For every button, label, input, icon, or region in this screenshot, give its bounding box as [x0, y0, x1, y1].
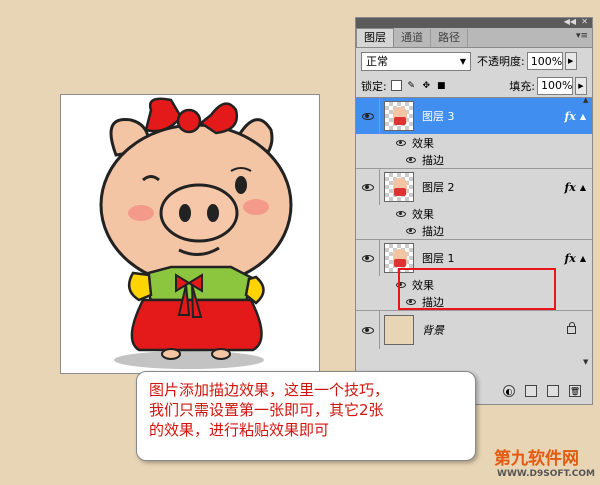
opacity-label: 不透明度:	[477, 55, 525, 68]
effect-highlight-box	[398, 268, 556, 310]
panel-title-bar: ◀◀ ✕	[356, 17, 592, 28]
opacity-slider-button[interactable]: ▶	[564, 52, 577, 70]
layer-name: 图层 2	[422, 181, 455, 195]
collapse-icon[interactable]: ◀◀	[564, 17, 576, 26]
layer-name: 图层 3	[422, 110, 455, 124]
background-layer-row[interactable]: 背景	[356, 311, 592, 349]
panel-tabs: 图层 通道 路径 ▾≡	[356, 28, 592, 48]
panel-scrollbar[interactable]: ▲ ▼	[582, 96, 592, 366]
lock-all-icon[interactable]: ■	[436, 80, 447, 91]
new-layer-icon[interactable]	[547, 385, 559, 397]
watermark-title: 第九软件网	[494, 449, 579, 469]
fill-input[interactable]: 100%	[537, 76, 573, 95]
close-icon[interactable]: ✕	[581, 17, 588, 26]
eye-icon	[361, 254, 374, 262]
effects-row[interactable]: 效果	[356, 134, 592, 151]
tip-callout: 图片添加描边效果，这里一个技巧， 我们只需设置第一张即可，其它2张 的效果，进行…	[136, 371, 476, 461]
lock-label: 锁定:	[361, 79, 387, 93]
scroll-up-icon[interactable]: ▲	[583, 96, 588, 104]
callout-line-1: 图片添加描边效果，这里一个技巧，	[149, 381, 390, 399]
visibility-toggle[interactable]	[356, 240, 380, 277]
visibility-toggle[interactable]	[356, 169, 380, 206]
layer-list: 图层 3 fx ▲ 效果 描边 图层 2 fx ▲ 效果 描边 图层 1 fx …	[356, 98, 592, 349]
watermark: 第九软件网 WWW.D9SOFT.COM	[494, 444, 598, 482]
blend-mode-value: 正常	[366, 55, 388, 68]
layers-panel: ◀◀ ✕ 图层 通道 路径 ▾≡ 正常 ▼ 不透明度: 100% ▶ 锁定: ✎…	[355, 17, 593, 405]
adjustment-layer-icon[interactable]: ◐	[503, 385, 515, 397]
panel-menu-icon[interactable]: ▾≡	[576, 31, 588, 41]
eye-icon[interactable]	[406, 156, 416, 163]
lock-transparent-icon[interactable]	[390, 80, 402, 91]
lock-brush-icon[interactable]: ✎	[406, 80, 417, 91]
layer-name: 图层 1	[422, 252, 455, 266]
lock-icon	[567, 322, 576, 334]
layer-thumbnail	[384, 315, 414, 345]
tab-channels[interactable]: 通道	[394, 29, 431, 47]
tab-layers[interactable]: 图层	[356, 28, 394, 47]
visibility-toggle[interactable]	[356, 311, 380, 349]
eye-icon	[361, 112, 374, 120]
trash-icon[interactable]: 🗑	[569, 385, 581, 397]
lock-move-icon[interactable]: ✥	[421, 80, 432, 91]
layer-name: 背景	[422, 324, 444, 337]
folder-icon[interactable]	[525, 385, 537, 397]
layer-row[interactable]: 图层 2 fx ▲ 效果 描边	[356, 169, 592, 240]
eye-icon	[361, 183, 374, 191]
fx-icon[interactable]: fx	[565, 252, 576, 265]
watermark-url: WWW.D9SOFT.COM	[497, 469, 595, 479]
callout-line-2: 我们只需设置第一张即可，其它2张	[149, 401, 384, 419]
effects-row[interactable]: 效果	[356, 205, 592, 222]
opacity-input[interactable]: 100%	[526, 52, 563, 70]
layer-thumbnail	[384, 172, 414, 203]
chevron-down-icon: ▼	[459, 56, 466, 66]
eye-icon[interactable]	[406, 227, 416, 234]
fx-icon[interactable]: fx	[565, 181, 576, 194]
blend-row: 正常 ▼ 不透明度: 100% ▶	[356, 48, 592, 74]
canvas-document[interactable]	[60, 94, 320, 374]
visibility-toggle[interactable]	[356, 98, 380, 135]
eye-icon	[361, 326, 374, 334]
lock-row: 锁定: ✎ ✥ ■ 填充: 100% ▶	[356, 74, 592, 98]
effect-stroke-row[interactable]: 描边	[356, 222, 592, 239]
fx-icon[interactable]: fx	[565, 110, 576, 123]
scroll-down-icon[interactable]: ▼	[583, 358, 588, 366]
eye-icon[interactable]	[396, 139, 406, 146]
eye-icon[interactable]	[396, 210, 406, 217]
layer-row[interactable]: 图层 3 fx ▲ 效果 描边	[356, 98, 592, 169]
effect-stroke-row[interactable]: 描边	[356, 151, 592, 168]
tab-paths[interactable]: 路径	[431, 29, 468, 47]
effects-label: 效果	[412, 136, 434, 150]
effects-label: 效果	[412, 207, 434, 221]
fill-label: 填充:	[509, 79, 535, 93]
blend-mode-select[interactable]: 正常 ▼	[361, 51, 471, 71]
effect-name: 描边	[422, 224, 444, 238]
fill-slider-button[interactable]: ▶	[575, 76, 587, 95]
callout-line-3: 的效果，进行粘贴效果即可	[149, 421, 330, 439]
effect-name: 描边	[422, 153, 444, 167]
pig-illustration	[99, 97, 293, 369]
layer-thumbnail	[384, 101, 414, 132]
